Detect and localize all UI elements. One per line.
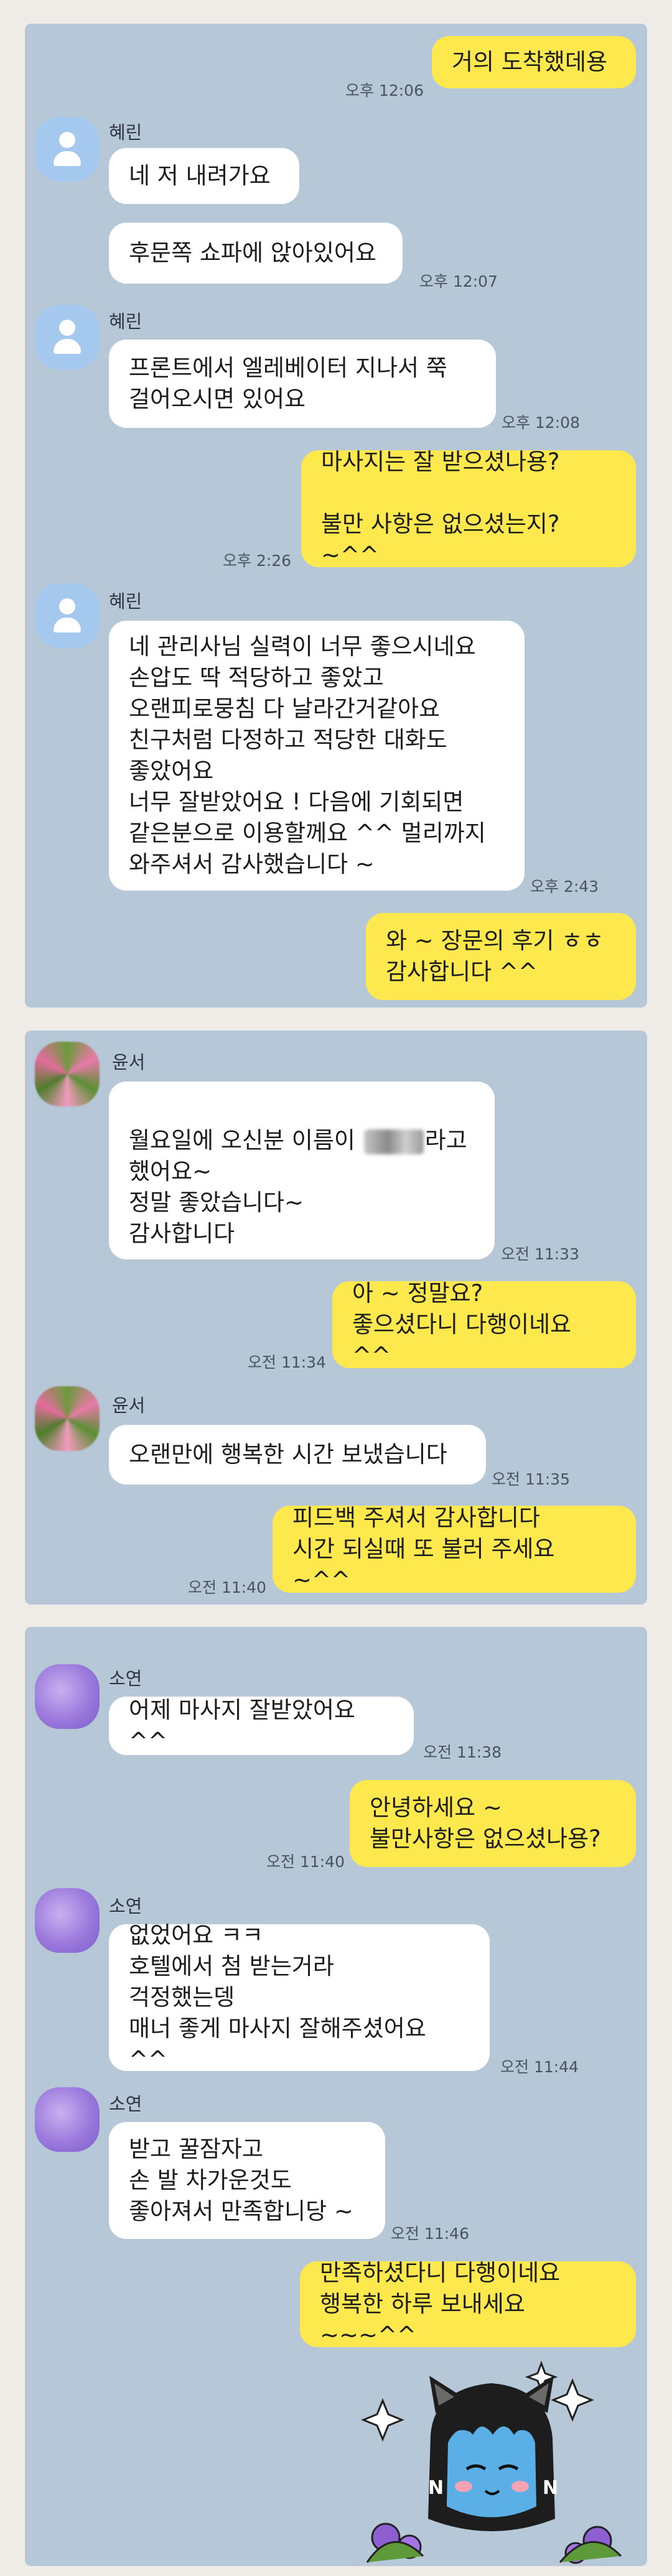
sender-name: 윤서 bbox=[112, 1395, 146, 1416]
my-message-bubble: 안녕하세요 ~ 불만사항은 없으셨나용? bbox=[350, 1780, 636, 1867]
my-message-bubble: 아 ~ 정말요? 좋으셨다니 다행이네요 ^^ bbox=[332, 1280, 636, 1369]
person-icon bbox=[59, 320, 75, 336]
message-time: 오전 11:40 bbox=[188, 1578, 266, 1596]
sender-name: 소연 bbox=[109, 1896, 142, 1917]
avatar-hyerin bbox=[35, 305, 100, 369]
message-time: 오전 11:38 bbox=[423, 1743, 502, 1761]
their-message-bubble: 없었어요 ㅋㅋ 호텔에서 첨 받는거라 걱정했는뎅 매너 좋게 마사지 잘해주셨… bbox=[109, 1922, 490, 2073]
sender-name: 소연 bbox=[109, 2093, 142, 2115]
their-message-bubble: 네 저 내려가요 bbox=[109, 148, 299, 204]
message-time: 오전 11:35 bbox=[492, 1470, 570, 1488]
their-message-bubble: 어제 마사지 잘받았어요 ^^ bbox=[109, 1697, 414, 1755]
svg-text:N: N bbox=[428, 2477, 444, 2499]
avatar-soyeon bbox=[35, 1888, 100, 1953]
message-time: 오후 12:06 bbox=[345, 81, 424, 100]
message-time: 오후 2:43 bbox=[530, 878, 599, 896]
sender-name: 혜린 bbox=[109, 122, 142, 143]
avatar-soyeon bbox=[35, 2087, 100, 2152]
sender-name: 혜린 bbox=[109, 311, 142, 332]
my-message-bubble: 만족하셨다니 다행이네요 행복한 하루 보내세요 ~~~^^ bbox=[300, 2259, 636, 2348]
my-message-bubble: 와 ~ 장문의 후기 ㅎㅎ 감사합니다 ^^ bbox=[366, 913, 636, 1000]
their-message-bubble: 받고 꿀잠자고 손 발 차가운것도 좋아져서 만족합니당 ~ bbox=[109, 2122, 385, 2239]
redacted-name bbox=[363, 1129, 424, 1154]
person-icon bbox=[59, 598, 75, 614]
sender-name: 소연 bbox=[109, 1668, 142, 1689]
sender-name: 혜린 bbox=[109, 591, 142, 612]
message-time: 오후 12:08 bbox=[502, 414, 580, 432]
message-time: 오후 2:26 bbox=[223, 552, 292, 570]
their-message-bubble: 오랜만에 행복한 시간 보냈습니다 bbox=[109, 1425, 486, 1485]
my-message-bubble: 피드백 주셔서 감사합니다 시간 되실때 또 불러 주세요 ~^^ bbox=[273, 1504, 636, 1593]
avatar-soyeon bbox=[35, 1664, 100, 1729]
their-message-bubble: 월요일에 오신분 이름이 라고 했어요~ 정말 좋았습니다~ 감사합니다 bbox=[109, 1082, 495, 1259]
their-message-bubble: 프론트에서 엘레베이터 지나서 쭉 걸어오시면 있어요 bbox=[109, 340, 496, 428]
their-message-bubble: 네 관리사님 실력이 너무 좋으시네요 손압도 딱 적당하고 좋았고 오랜피로뭉… bbox=[109, 621, 525, 891]
chat-screenshot-panel-2: 윤서 월요일에 오신분 이름이 라고 했어요~ 정말 좋았습니다~ 감사합니다 … bbox=[25, 1031, 647, 1605]
svg-text:N: N bbox=[543, 2477, 558, 2499]
avatar-yunseo bbox=[35, 1386, 100, 1451]
message-time: 오전 11:46 bbox=[391, 2225, 469, 2243]
message-time: 오전 11:34 bbox=[248, 1353, 326, 1371]
my-message-bubble: 거의 도착했데용 bbox=[432, 36, 636, 88]
avatar-hyerin bbox=[35, 117, 100, 182]
my-message-bubble: 마사지는 잘 받으셨나용? 불만 사항은 없으셨는지? ~^^ bbox=[301, 448, 636, 568]
sender-name: 윤서 bbox=[112, 1052, 146, 1073]
avatar-hyerin bbox=[35, 583, 100, 648]
message-text: 월요일에 오신분 이름이 bbox=[129, 1127, 355, 1154]
kakao-neo-character-icon: N N bbox=[361, 2360, 622, 2564]
person-icon bbox=[59, 132, 75, 148]
avatar-yunseo bbox=[35, 1042, 100, 1106]
chat-screenshot-panel-1: 거의 도착했데용 오후 12:06 혜린 네 저 내려가요 후문쪽 쇼파에 앉아… bbox=[25, 24, 647, 1008]
message-time: 오후 12:07 bbox=[419, 272, 498, 290]
message-time: 오전 11:40 bbox=[266, 1853, 345, 1871]
their-message-bubble: 후문쪽 쇼파에 앉아있어요 bbox=[109, 223, 403, 284]
message-time: 오전 11:33 bbox=[501, 1245, 579, 1263]
message-time: 오전 11:44 bbox=[500, 2058, 579, 2076]
